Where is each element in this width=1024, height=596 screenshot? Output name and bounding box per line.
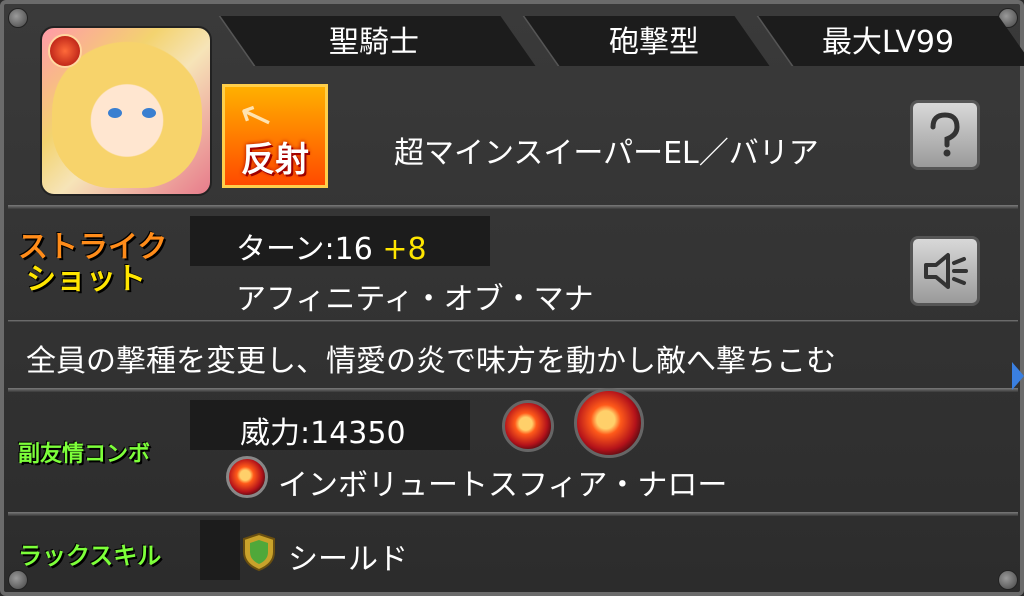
character-portrait[interactable] [40, 26, 212, 196]
class-label: 聖騎士 [329, 25, 419, 60]
help-button[interactable] [910, 100, 980, 170]
strike-shot-name: アフィニティ・オブ・マナ [236, 282, 594, 317]
character-eye [108, 108, 122, 118]
luck-skill-name: シールド [288, 542, 408, 577]
section-divider [8, 320, 1018, 322]
fire-element-icon [48, 34, 82, 68]
strike-shot-label-line2: ショット [26, 262, 146, 297]
speaker-icon [924, 253, 968, 289]
ability-text: 超マインスイーパーEL／バリア [394, 136, 819, 171]
reflect-type-badge: ↖ 反射 [222, 84, 328, 188]
shield-icon [243, 532, 275, 572]
luck-band [200, 520, 240, 580]
corner-bolt [8, 570, 28, 590]
corner-bolt [8, 8, 28, 28]
corner-bolt [998, 570, 1018, 590]
luck-skill-label: ラックスキル [18, 542, 162, 570]
section-divider [8, 205, 1018, 209]
turn-count: ターン:16 +8 [236, 224, 427, 268]
turn-label: ターン:16 [236, 232, 373, 267]
combo-power: 威力:14350 [240, 416, 406, 451]
character-info-panel: 聖騎士 砲撃型 最大LV99 ↖ 反射 超マインスイーパーEL／バリア ストライ… [0, 0, 1024, 596]
next-page-arrow[interactable] [1012, 362, 1024, 390]
section-divider [8, 388, 1018, 392]
voice-button[interactable] [910, 236, 980, 306]
strike-shot-label-line1: ストライク [18, 230, 168, 265]
turn-bonus: +8 [382, 232, 427, 267]
section-divider [8, 512, 1018, 516]
strike-shot-description: 全員の撃種を変更し、情愛の炎で味方を動かし敵へ撃ちこむ [26, 344, 836, 379]
sub-combo-label: 副友情コンボ [18, 442, 151, 467]
combo-name: インボリュートスフィア・ナロー [278, 468, 728, 503]
battle-type-label: 砲撃型 [609, 25, 699, 60]
max-level-label: 最大LV99 [821, 25, 955, 60]
combo-orb-large-icon [574, 388, 644, 458]
question-icon [930, 112, 960, 157]
character-eye [142, 108, 156, 118]
combo-orb-small-icon [502, 400, 554, 452]
reflect-label: 反射 [241, 140, 309, 180]
fire-combo-icon [226, 456, 268, 498]
strike-shot-label: ストライク ショット [18, 232, 167, 296]
